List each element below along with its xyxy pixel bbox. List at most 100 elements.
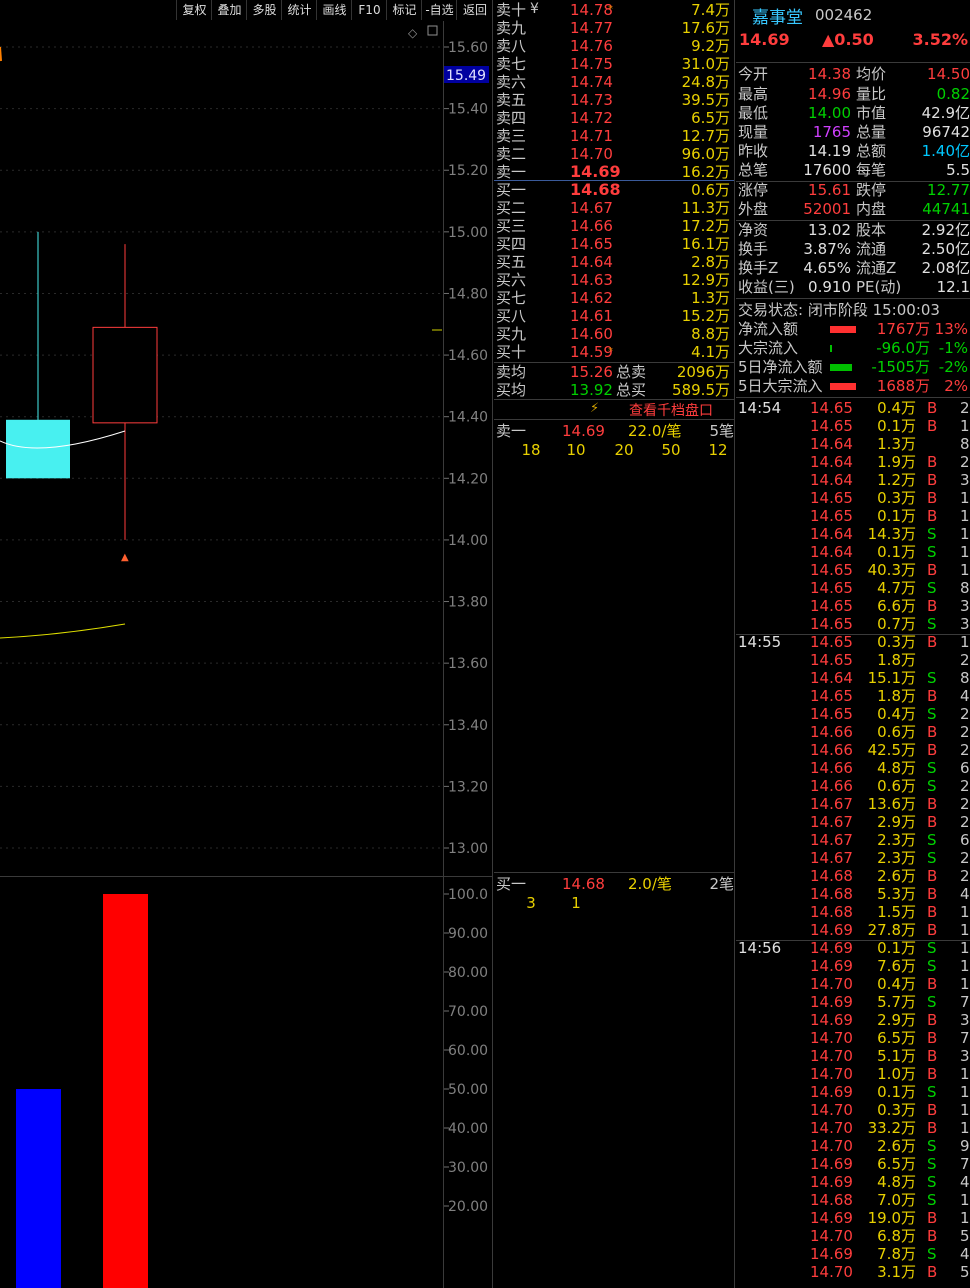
ask-row-label: 卖八 <box>496 37 527 55</box>
tick-price: 14.69 <box>810 921 853 939</box>
bid-row-label: 买六 <box>496 271 527 289</box>
tick-volume: 6.5万 <box>877 1029 916 1047</box>
bid-row-price: 14.68 <box>570 180 621 199</box>
tick-row: 14.65 0.1万 B 1 <box>738 507 970 525</box>
tick-side: B <box>927 903 938 921</box>
tick-price: 14.70 <box>810 1119 853 1137</box>
bid-row-price: 14.62 <box>570 289 613 307</box>
tick-side: S <box>927 1191 937 1209</box>
ask-row-price: 14.78 <box>570 1 613 19</box>
tick-side: S <box>927 1083 937 1101</box>
bid-row-volume: 17.2万 <box>681 217 730 235</box>
volume-axis-label: 70.00 <box>448 1004 488 1020</box>
stat-label: 外盘 <box>738 200 769 218</box>
tick-price: 14.64 <box>810 543 853 561</box>
bid-row: 买八 14.61 15.2万 <box>496 307 734 325</box>
price-axis-label: 13.20 <box>448 779 488 795</box>
toolbar-button[interactable]: -自选 <box>421 0 457 20</box>
tick-row: 14.64 0.1万 S 1 <box>738 543 970 561</box>
toolbar-button[interactable]: F10 <box>351 0 387 20</box>
ask-row-label: 卖十 <box>496 1 527 19</box>
tick-row: 14.69 27.8万 B 14 <box>738 921 970 939</box>
tick-price: 14.68 <box>810 1191 853 1209</box>
tick-price: 14.70 <box>810 1047 853 1065</box>
ask-row-volume: 7.4万 <box>691 1 730 19</box>
flow-pct: 13% <box>934 320 968 338</box>
tick-side: S <box>927 543 937 561</box>
tick-count: 2 <box>960 399 970 417</box>
tick-side: S <box>927 705 937 723</box>
flow-pct: -2% <box>938 358 968 376</box>
bid-row-volume: 2.8万 <box>691 253 730 271</box>
chart-orderbook-divider <box>492 0 493 1288</box>
tick-row: 14.64 14.3万 S 12 <box>738 525 970 543</box>
kline-chart[interactable]: 15.60 15.40 15.20 15.00 14.80 14.60 14.40 14.20… <box>0 21 492 1288</box>
ask-row-label: 卖六 <box>496 73 527 91</box>
tick-price: 14.70 <box>810 1101 853 1119</box>
tick-row: 14.64 1.2万 B 3 <box>738 471 970 489</box>
toolbar-button[interactable]: 叠加 <box>211 0 247 20</box>
stat-value: 14.96 <box>808 85 851 103</box>
low-marker: ▲ <box>121 552 129 563</box>
bid-row-label: 买十 <box>496 343 527 361</box>
toolbar-button[interactable]: 统计 <box>281 0 317 20</box>
ask-row-volume: 96.0万 <box>681 145 730 163</box>
price-axis-label: 15.00 <box>448 225 488 241</box>
tick-side: S <box>927 831 937 849</box>
queue-order: 12 <box>708 441 728 459</box>
tick-price: 14.69 <box>810 939 853 957</box>
stat-row: 今开 14.38 均价 14.50 <box>738 65 970 84</box>
tick-price: 14.66 <box>810 777 853 795</box>
trade-status: 交易状态: 闭市阶段 15:00:03 <box>738 301 940 319</box>
tick-row: 14.70 0.3万 B 1 <box>738 1101 970 1119</box>
tick-price: 14.66 <box>810 723 853 741</box>
toolbar-button[interactable]: 返回 <box>456 0 493 20</box>
stat-label: 现量 <box>738 123 769 141</box>
tick-count: 14 <box>960 921 970 939</box>
stat-value: 2.50亿 <box>921 240 970 258</box>
stat-value: 14.00 <box>808 104 851 122</box>
tick-row: 14.70 2.6万 S 9 <box>738 1137 970 1155</box>
tick-side: S <box>927 1137 937 1155</box>
tick-price: 14.67 <box>810 813 853 831</box>
toolbar-button[interactable]: 复权 <box>176 0 212 20</box>
toolbar-button[interactable]: 标记 <box>386 0 422 20</box>
tick-side: B <box>927 1209 938 1227</box>
tick-price: 14.68 <box>810 885 853 903</box>
tick-count: 2 <box>960 795 970 813</box>
tick-time: 14:55 <box>738 633 782 651</box>
tick-volume: 0.1万 <box>877 507 916 525</box>
tick-count: 1 <box>960 957 970 975</box>
bid-row-price: 14.60 <box>570 325 613 343</box>
tick-count: 1 <box>960 633 970 651</box>
tick-price: 14.70 <box>810 975 853 993</box>
tick-side: B <box>927 1227 938 1245</box>
tick-count: 9 <box>960 1137 970 1155</box>
ask-row-label: 卖四 <box>496 109 527 127</box>
stat-value: 44741 <box>922 200 970 218</box>
bid-row: 买十 14.59 4.1万 * <box>496 343 734 361</box>
tick-row: 14.65 40.3万 B 18 <box>738 561 970 579</box>
stat-value: 14.50 <box>927 65 970 83</box>
orderbook-right-divider <box>734 0 735 1288</box>
bid-row-label: 买八 <box>496 307 527 325</box>
ob-summary-row: 卖均 15.26 总卖 2096万 <box>496 363 734 381</box>
tick-row: 14.65 4.7万 S 8 <box>738 579 970 597</box>
tick-price: 14.65 <box>810 597 853 615</box>
tick-count: 7 <box>960 1029 970 1047</box>
tick-count: 7 <box>960 1155 970 1173</box>
tick-side: B <box>927 1047 938 1065</box>
current-price-label: 15.49 <box>446 68 486 84</box>
tick-count: 2 <box>960 705 970 723</box>
tick-row: 14.67 2.3万 S 2 <box>738 849 970 867</box>
ask-row: 卖一 14.69 16.2万 <box>496 163 734 182</box>
toolbar-button[interactable]: 画线 <box>316 0 352 20</box>
toolbar-button[interactable]: 多股 <box>246 0 282 20</box>
qiandang-link[interactable]: 查看千档盘口 <box>629 400 713 420</box>
tick-price: 14.68 <box>810 867 853 885</box>
tick-side: S <box>927 1245 937 1263</box>
tick-row: 14.70 33.2万 B 14 <box>738 1119 970 1137</box>
flow-bar <box>830 326 856 333</box>
tick-side: B <box>927 399 938 417</box>
tick-side: B <box>927 921 938 939</box>
